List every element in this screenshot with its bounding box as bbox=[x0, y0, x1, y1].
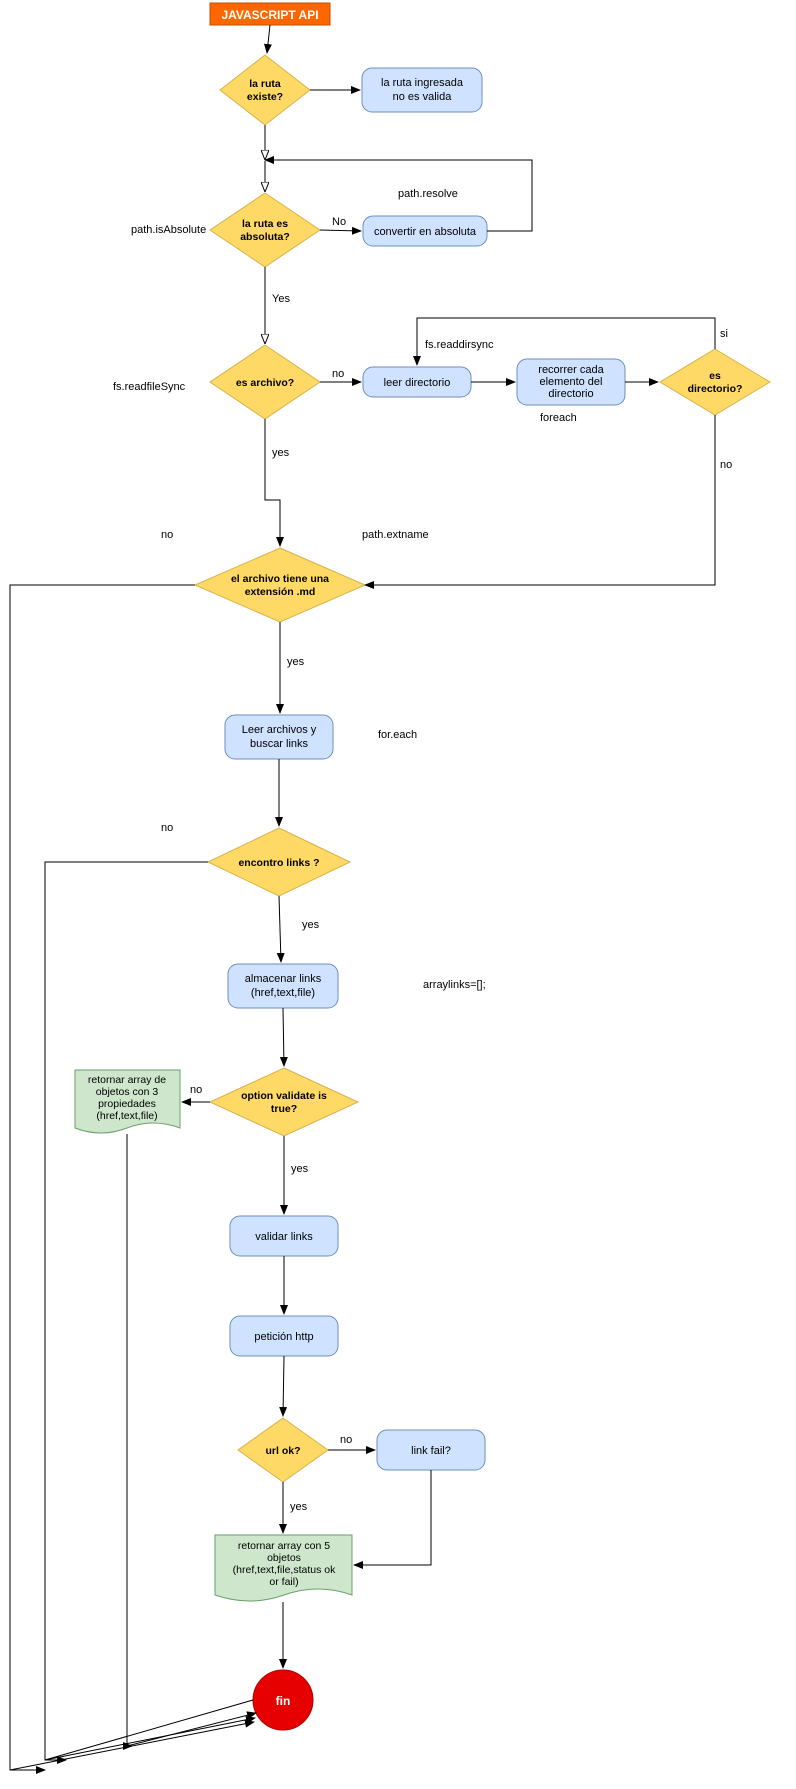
arrow-found-store bbox=[279, 896, 281, 962]
decision-is-dir-text1: es bbox=[709, 370, 721, 382]
arrow-foundno-into-fin bbox=[45, 1718, 255, 1760]
process-invalid-path bbox=[362, 68, 482, 112]
decision-is-md-text2: extensión .md bbox=[245, 586, 316, 598]
doc-three-text2: objetos con 3 bbox=[96, 1086, 159, 1098]
decision-validate-text1: option validate is bbox=[241, 1090, 327, 1102]
label-yes-1: Yes bbox=[272, 293, 290, 305]
arrow-doc3-fin bbox=[127, 1134, 132, 1746]
start-label: JAVASCRIPT API bbox=[221, 8, 318, 22]
decision-is-file-text: es archivo? bbox=[236, 377, 294, 389]
process-store-links-text2: (href,text,file) bbox=[251, 987, 315, 999]
label-si: si bbox=[720, 328, 728, 340]
doc-three-text1: retornar array de bbox=[88, 1074, 166, 1086]
process-iterate-dir-text3: directorio bbox=[548, 388, 593, 400]
label-yes-3: yes bbox=[287, 656, 305, 668]
label-no-1: No bbox=[332, 216, 346, 228]
arrow-isdir-no-md bbox=[365, 415, 715, 585]
decision-found-links-text: encontro links ? bbox=[238, 857, 319, 869]
label-foreach: foreach bbox=[540, 412, 577, 424]
label-no-3: no bbox=[720, 459, 732, 471]
label-yes-2: yes bbox=[272, 447, 290, 459]
label-path-resolve: path.resolve bbox=[398, 188, 458, 200]
decision-is-dir-text2: directorio? bbox=[688, 383, 743, 395]
process-read-links-text2: buscar links bbox=[250, 738, 309, 750]
decision-is-dir bbox=[660, 349, 770, 415]
decision-path-exists bbox=[220, 55, 310, 125]
process-read-dir-text: leer directorio bbox=[384, 377, 451, 389]
arrow-store-validate bbox=[283, 1008, 284, 1066]
process-validate-text: validar links bbox=[255, 1231, 313, 1243]
label-fs-readdir: fs.readdirsync bbox=[425, 339, 494, 351]
process-store-links bbox=[228, 964, 338, 1008]
process-to-absolute-text: convertir en absoluta bbox=[374, 226, 477, 238]
label-foreach2: for.each bbox=[378, 729, 417, 741]
process-iterate-dir-text1: recorrer cada bbox=[538, 364, 604, 376]
decision-is-md bbox=[195, 548, 365, 622]
arrow-fail-doc5 bbox=[354, 1470, 431, 1565]
arrow-mdno-into-fin bbox=[10, 1722, 254, 1770]
label-no-7: no bbox=[340, 1434, 352, 1446]
arrow-absolute-getabs bbox=[320, 230, 361, 231]
label-fs-readfile: fs.readfileSync bbox=[113, 381, 186, 393]
label-no-5: no bbox=[161, 822, 173, 834]
process-http-text: petición http bbox=[254, 1331, 313, 1343]
doc-five-text1: retornar array con 5 bbox=[238, 1540, 330, 1552]
process-invalid-path-text1: la ruta ingresada bbox=[381, 77, 464, 89]
label-yes-6: yes bbox=[290, 1501, 308, 1513]
doc-five-text4: or fail) bbox=[269, 1576, 298, 1588]
label-arraylinks: arraylinks=[]; bbox=[423, 979, 486, 991]
decision-is-md-text1: el archivo tiene una bbox=[231, 573, 329, 585]
process-store-links-text1: almacenar links bbox=[245, 973, 322, 985]
label-no-6: no bbox=[190, 1084, 202, 1096]
doc-three-text3: propiedades bbox=[98, 1098, 156, 1110]
doc-five-text3: (href,text,file,status ok bbox=[233, 1564, 336, 1576]
process-iterate-dir-text2: elemento del bbox=[540, 376, 603, 388]
decision-path-exists-text1: la ruta bbox=[249, 78, 281, 90]
process-read-links-text1: Leer archivos y bbox=[242, 724, 317, 736]
process-link-fail-text: link fail? bbox=[411, 1445, 451, 1457]
process-invalid-path-text2: no es valida bbox=[393, 91, 453, 103]
label-path-isabsolute: path.isAbsolute bbox=[131, 224, 206, 236]
arrow-md-no-fin bbox=[10, 585, 195, 1770]
decision-validate-text2: true? bbox=[271, 1103, 297, 1115]
decision-is-absolute-text2: absoluta? bbox=[240, 231, 290, 243]
arrow-http-urlok bbox=[283, 1356, 284, 1416]
label-yes-4: yes bbox=[302, 919, 320, 931]
decision-is-absolute bbox=[210, 193, 320, 267]
decision-url-ok-text: url ok? bbox=[265, 1445, 300, 1457]
decision-validate bbox=[210, 1068, 358, 1136]
label-no-2: no bbox=[332, 368, 344, 380]
process-read-links bbox=[225, 715, 333, 759]
doc-five-text2: objetos bbox=[267, 1552, 301, 1564]
label-path-extname: path.extname bbox=[362, 529, 429, 541]
arrow-file-yes-md bbox=[265, 419, 280, 546]
doc-three-text4: (href,text,file) bbox=[96, 1110, 157, 1122]
label-no-4: no bbox=[161, 529, 173, 541]
decision-is-absolute-text1: la ruta es bbox=[242, 218, 288, 230]
decision-path-exists-text2: existe? bbox=[247, 91, 283, 103]
arrow-found-no-fin bbox=[45, 862, 253, 1760]
label-yes-5: yes bbox=[291, 1163, 309, 1175]
end-text: fin bbox=[276, 1694, 291, 1708]
arrow-start-exists bbox=[267, 25, 270, 53]
